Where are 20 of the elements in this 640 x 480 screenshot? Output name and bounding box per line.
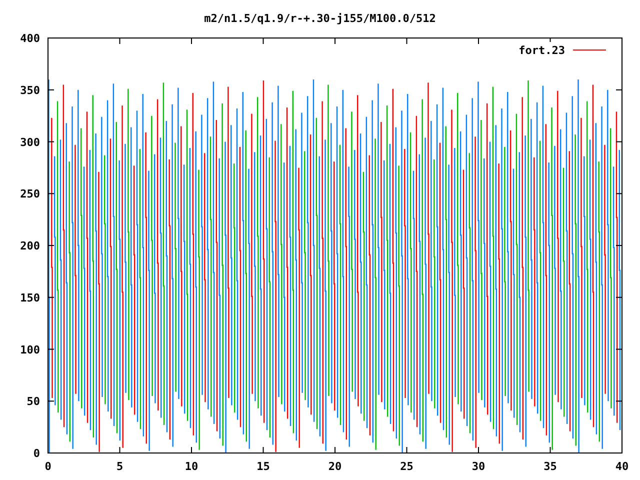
legend-label: fort.23: [518, 44, 565, 57]
y-tick-label: 0: [33, 447, 40, 460]
y-tick-label: 50: [26, 395, 40, 408]
x-tick-label: 10: [184, 460, 198, 473]
x-tick-label: 20: [328, 460, 342, 473]
x-tick-label: 15: [256, 460, 270, 473]
chart-title: m2/n1.5/q1.9/r-+.30-j155/M100.0/512: [204, 12, 436, 25]
y-tick-label: 300: [20, 136, 40, 149]
x-tick-label: 0: [44, 460, 52, 473]
x-tick-label: 25: [400, 460, 414, 473]
x-tick-label: 40: [615, 460, 629, 473]
y-tick-label: 350: [20, 84, 40, 97]
y-tick-label: 250: [20, 188, 40, 201]
y-tick-label: 200: [20, 240, 40, 252]
y-tick-label: 150: [20, 291, 40, 304]
x-tick-label: 5: [116, 460, 124, 473]
x-tick-label: 35: [544, 460, 557, 473]
y-tick-label: 100: [20, 343, 40, 356]
y-tick-label: 400: [20, 32, 40, 45]
x-tick-label: 30: [472, 460, 486, 473]
